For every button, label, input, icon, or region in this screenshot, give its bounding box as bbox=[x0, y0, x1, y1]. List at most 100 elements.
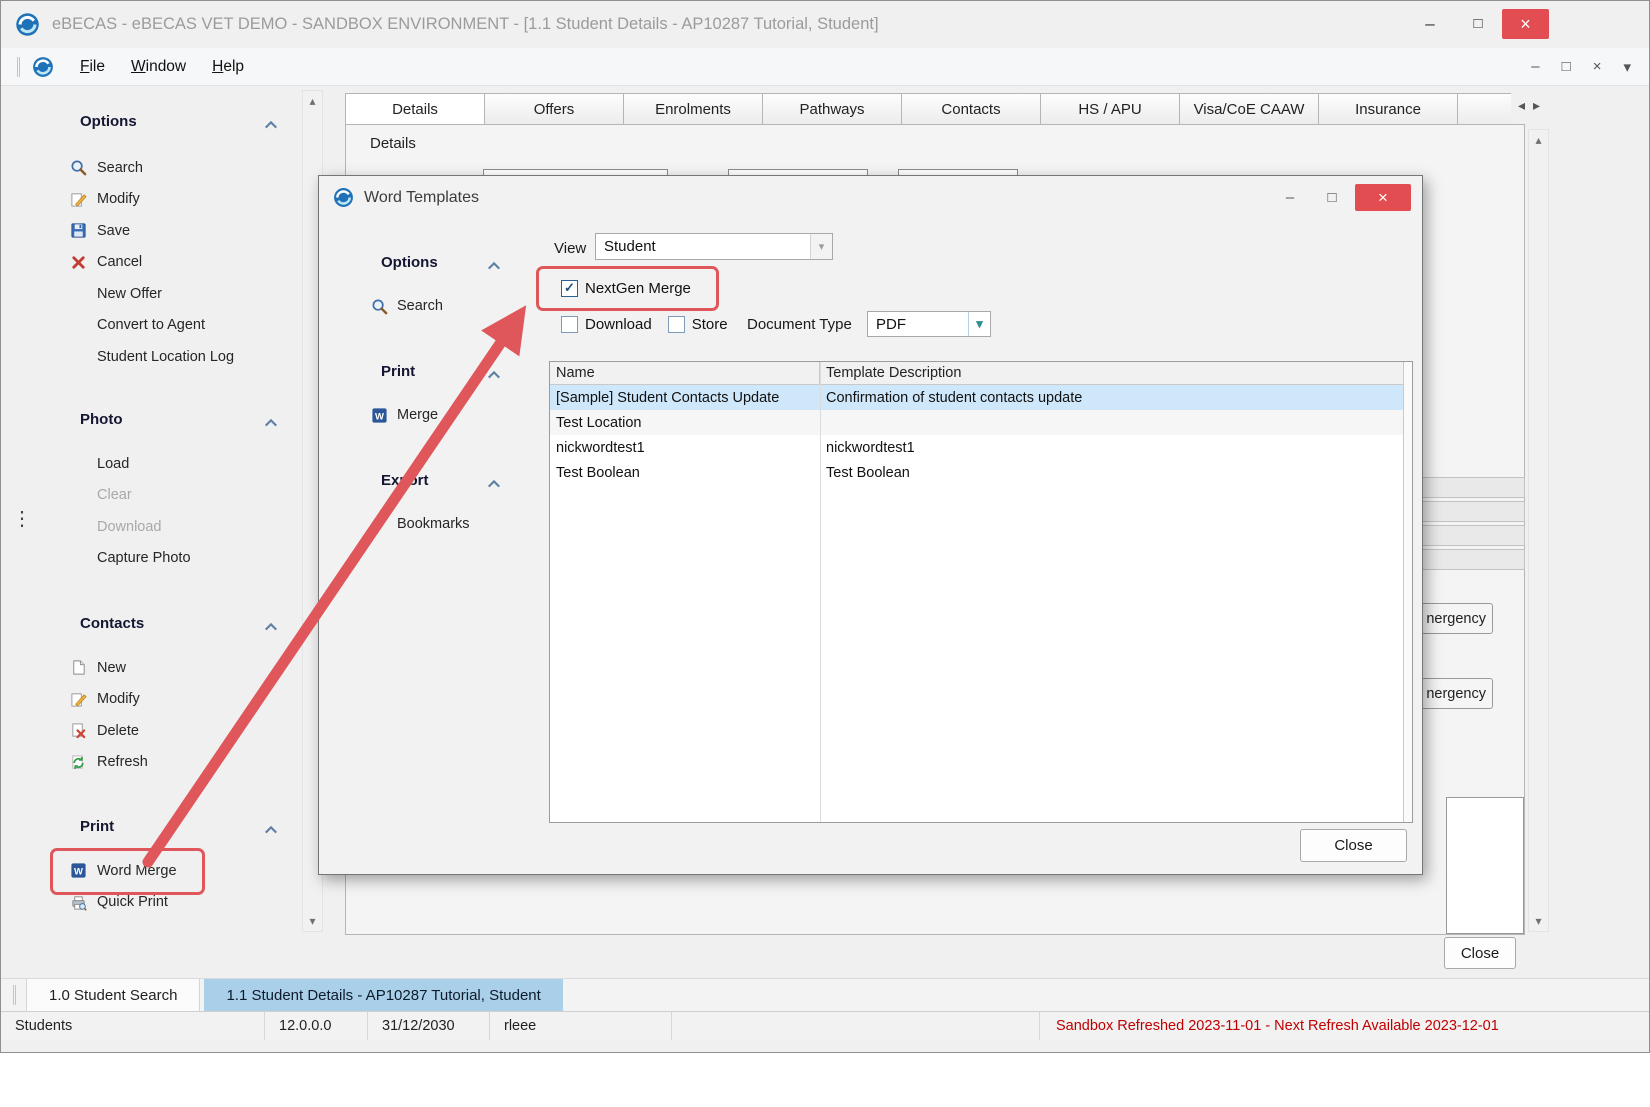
dialog-item-search[interactable]: Search bbox=[319, 292, 443, 320]
table-row[interactable]: Test Location bbox=[550, 410, 1403, 435]
tab-right-icon[interactable]: ▸ bbox=[1533, 97, 1540, 114]
sidebar-header-contacts[interactable]: Contacts bbox=[13, 602, 301, 644]
tab-hs-apu[interactable]: HS / APU bbox=[1040, 93, 1180, 124]
scroll-down-icon[interactable]: ▾ bbox=[309, 911, 315, 931]
scroll-down-icon[interactable]: ▾ bbox=[1535, 911, 1541, 931]
modify-icon bbox=[68, 190, 88, 208]
app-logo-icon bbox=[32, 56, 54, 78]
chevron-up-icon[interactable] bbox=[264, 414, 278, 424]
sidebar-item-contact-delete[interactable]: Delete bbox=[13, 715, 301, 747]
nextgen-merge-label: NextGen Merge bbox=[585, 280, 691, 297]
partial-notes-box[interactable] bbox=[1446, 797, 1524, 934]
emergency-button-partial[interactable]: nergency bbox=[1421, 603, 1493, 634]
sidebar-header-options[interactable]: Options bbox=[13, 100, 301, 142]
partial-row-bar bbox=[1419, 549, 1525, 570]
sidebar-item-modify[interactable]: Modify bbox=[13, 184, 301, 216]
sidebar-item-contact-new[interactable]: New bbox=[13, 652, 301, 684]
chevron-up-icon[interactable] bbox=[264, 116, 278, 126]
chevron-up-icon[interactable] bbox=[487, 257, 501, 267]
tab-offers[interactable]: Offers bbox=[484, 93, 624, 124]
mdi-close-icon[interactable]: × bbox=[1593, 58, 1602, 76]
tab-contacts[interactable]: Contacts bbox=[901, 93, 1041, 124]
sidebar-item-capture-photo[interactable]: Capture Photo bbox=[13, 543, 301, 575]
document-type-dropdown[interactable]: PDF ▾ bbox=[867, 311, 991, 337]
search-icon bbox=[68, 159, 88, 177]
dialog-item-bookmarks[interactable]: Bookmarks bbox=[319, 510, 470, 538]
sidebar-item-student-location-log[interactable]: Student Location Log bbox=[13, 341, 301, 373]
window-title: eBECAS - eBECAS VET DEMO - SANDBOX ENVIR… bbox=[52, 15, 879, 34]
tab-left-icon[interactable]: ◂ bbox=[1518, 97, 1525, 114]
statusbar-version: 12.0.0.0 bbox=[265, 1012, 368, 1040]
sidebar-header-photo[interactable]: Photo bbox=[13, 398, 301, 440]
nextgen-merge-checkbox[interactable]: ✓ bbox=[561, 280, 578, 297]
chevron-down-icon[interactable]: ▾ bbox=[810, 234, 832, 259]
dialog-section-options[interactable]: Options bbox=[319, 248, 534, 276]
item-label: Search bbox=[397, 298, 443, 314]
chevron-up-icon[interactable] bbox=[487, 475, 501, 485]
screen-tab-student-details[interactable]: 1.1 Student Details - AP10287 Tutorial, … bbox=[204, 979, 562, 1011]
mdi-minimize-icon[interactable]: – bbox=[1531, 58, 1539, 76]
partial-row-bar bbox=[1419, 501, 1525, 522]
cancel-icon bbox=[68, 253, 88, 271]
cell-name: nickwordtest1 bbox=[550, 435, 820, 460]
mdi-collapse-icon[interactable]: ▾ bbox=[1623, 58, 1631, 76]
store-checkbox[interactable] bbox=[668, 316, 685, 333]
dialog-close-button[interactable]: Close bbox=[1300, 829, 1407, 862]
scroll-up-icon[interactable]: ▴ bbox=[1535, 130, 1541, 150]
table-header-row: Name Template Description bbox=[550, 362, 1403, 385]
sidebar-item-new-offer[interactable]: New Offer bbox=[13, 278, 301, 310]
dialog-maximize-icon[interactable]: □ bbox=[1319, 184, 1345, 210]
tab-enrolments[interactable]: Enrolments bbox=[623, 93, 763, 124]
menu-file[interactable]: File bbox=[80, 58, 105, 76]
dialog-section-export[interactable]: Export bbox=[319, 466, 534, 494]
table-row[interactable]: [Sample] Student Contacts Update Confirm… bbox=[550, 385, 1403, 410]
sidebar-item-save[interactable]: Save bbox=[13, 215, 301, 247]
menu-help[interactable]: Help bbox=[212, 58, 244, 76]
sidebar-item-load[interactable]: Load bbox=[13, 448, 301, 480]
sidebar-item-convert-to-agent[interactable]: Convert to Agent bbox=[13, 310, 301, 342]
close-icon[interactable]: × bbox=[1502, 9, 1549, 39]
tab-details[interactable]: Details bbox=[345, 93, 485, 124]
dialog-close-icon[interactable]: × bbox=[1355, 184, 1411, 211]
dialog-titlebar[interactable]: Word Templates bbox=[319, 176, 1422, 219]
table-scrollbar[interactable] bbox=[1403, 362, 1412, 822]
icon-spacer bbox=[68, 486, 88, 504]
emergency-button-partial[interactable]: nergency bbox=[1421, 678, 1493, 709]
table-row[interactable]: nickwordtest1 nickwordtest1 bbox=[550, 435, 1403, 460]
item-label: Quick Print bbox=[97, 894, 168, 910]
chevron-up-icon[interactable] bbox=[487, 366, 501, 376]
main-close-button[interactable]: Close bbox=[1444, 937, 1516, 969]
sidebar-item-cancel[interactable]: Cancel bbox=[13, 247, 301, 279]
maximize-icon[interactable]: □ bbox=[1456, 0, 1500, 47]
column-header-description[interactable]: Template Description bbox=[820, 362, 1403, 384]
tab-visa-coe-caaw[interactable]: Visa/CoE CAAW bbox=[1179, 93, 1319, 124]
chevron-up-icon[interactable] bbox=[264, 618, 278, 628]
sidebar-item-word-merge[interactable]: W Word Merge bbox=[13, 855, 301, 887]
dialog-item-merge[interactable]: W Merge bbox=[319, 401, 438, 429]
download-checkbox[interactable] bbox=[561, 316, 578, 333]
word-icon: W bbox=[68, 862, 88, 880]
sidebar-header-print[interactable]: Print bbox=[13, 805, 301, 847]
tab-insurance[interactable]: Insurance bbox=[1318, 93, 1458, 124]
minimize-icon[interactable]: – bbox=[1408, 0, 1452, 47]
tab-pathways[interactable]: Pathways bbox=[762, 93, 902, 124]
tab-ve[interactable]: VE bbox=[1457, 93, 1511, 124]
content-scrollbar[interactable]: ▴ ▾ bbox=[1528, 129, 1549, 932]
sidebar-item-quick-print[interactable]: Quick Print bbox=[13, 887, 301, 919]
chevron-down-icon[interactable]: ▾ bbox=[968, 312, 990, 336]
menu-window[interactable]: Window bbox=[131, 58, 186, 76]
dialog-minimize-icon[interactable]: – bbox=[1277, 184, 1303, 210]
sidebar-item-contact-refresh[interactable]: Refresh bbox=[13, 747, 301, 779]
screen-tab-student-search[interactable]: 1.0 Student Search bbox=[26, 979, 200, 1011]
mdi-restore-icon[interactable]: □ bbox=[1562, 58, 1571, 76]
sidebar-item-contact-modify[interactable]: Modify bbox=[13, 684, 301, 716]
chevron-up-icon[interactable] bbox=[264, 821, 278, 831]
sidebar-item-search[interactable]: Search bbox=[13, 152, 301, 184]
column-header-name[interactable]: Name bbox=[550, 362, 820, 384]
dialog-section-print[interactable]: Print bbox=[319, 357, 534, 385]
view-dropdown[interactable]: Student ▾ bbox=[595, 233, 833, 260]
splitter-grip-icon[interactable]: ⋮ bbox=[12, 512, 32, 526]
scroll-up-icon[interactable]: ▴ bbox=[309, 91, 315, 111]
table-row[interactable]: Test Boolean Test Boolean bbox=[550, 460, 1403, 485]
open-screens-tabbar: 1.0 Student Search 1.1 Student Details -… bbox=[1, 978, 1649, 1011]
